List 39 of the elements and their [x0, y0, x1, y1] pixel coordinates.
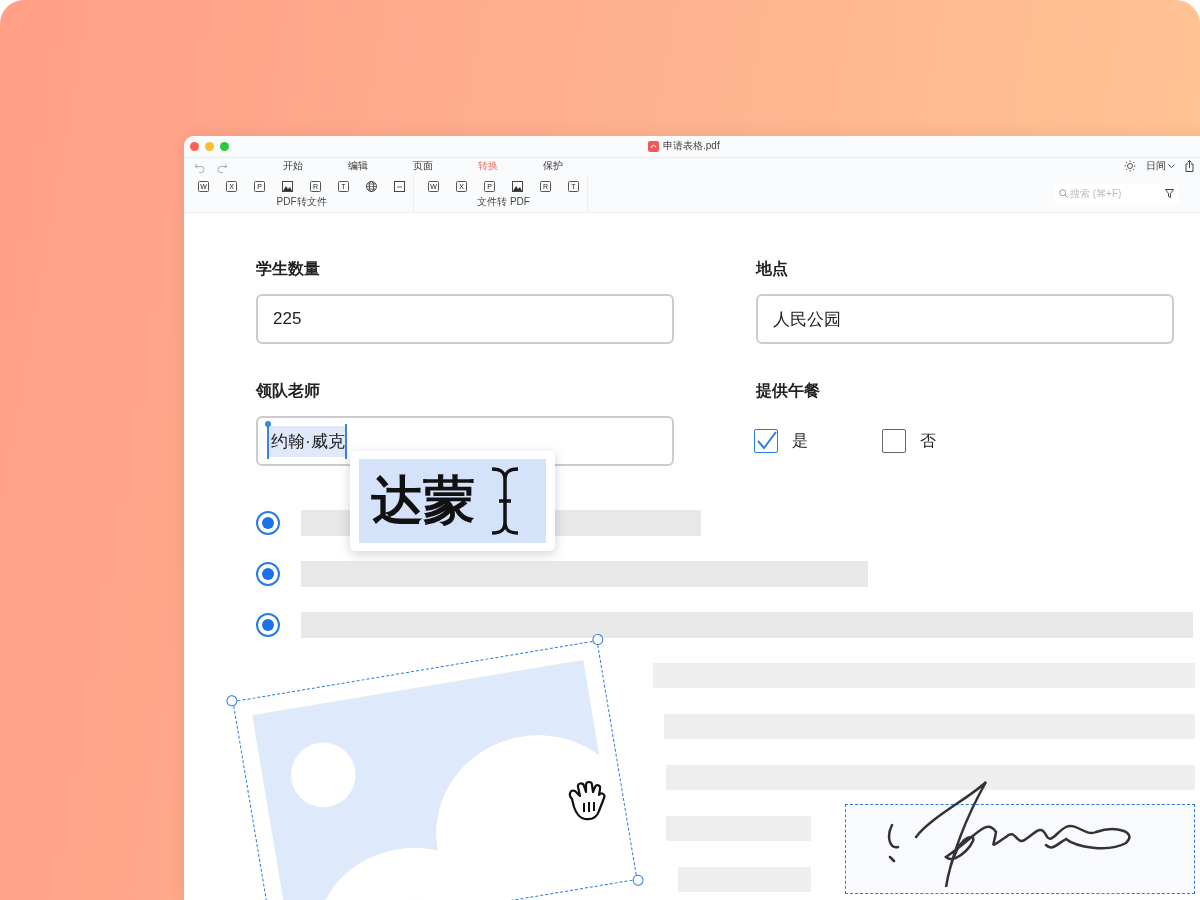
radio-button[interactable]	[256, 613, 280, 637]
field-label: 学生数量	[256, 259, 321, 279]
option-label: 是	[792, 430, 808, 451]
tab[interactable]: 开始	[260, 156, 325, 177]
tab[interactable]: 页面	[390, 156, 455, 177]
search-icon	[1059, 189, 1068, 198]
suggestion-item[interactable]: 达蒙	[359, 459, 546, 543]
image-icon[interactable]	[512, 180, 523, 192]
tab[interactable]: 保护	[520, 156, 585, 177]
field-label: 地点	[756, 259, 789, 279]
close-button[interactable]	[190, 142, 199, 151]
text-field[interactable]: 225	[256, 294, 674, 344]
group-label: 文件转 PDF	[477, 195, 530, 209]
globe-icon[interactable]	[366, 180, 377, 192]
sun-icon[interactable]	[1124, 160, 1136, 172]
text-field[interactable]: 人民公园	[756, 294, 1174, 344]
checkbox[interactable]	[882, 429, 906, 453]
field-label: 提供午餐	[756, 381, 821, 401]
pdf-file-icon	[648, 140, 659, 152]
text-cursor-icon	[489, 466, 521, 536]
signature-field[interactable]	[845, 804, 1195, 894]
option-label: 否	[920, 430, 936, 451]
radio-button[interactable]	[256, 511, 280, 535]
file-format-icon[interactable]	[394, 180, 405, 192]
theme-dropdown[interactable]: 日间	[1146, 159, 1175, 173]
field-value: 人民公园	[773, 308, 841, 331]
search-field[interactable]: 搜索 (⌘+F)	[1054, 183, 1179, 204]
radio-button[interactable]	[256, 562, 280, 586]
caret-icon	[1168, 163, 1175, 169]
field-value: 225	[273, 309, 302, 329]
field-label: 领队老师	[256, 381, 321, 401]
checkbox[interactable]	[754, 429, 778, 453]
resize-handle[interactable]	[225, 694, 239, 708]
group-label: PDF转文件	[276, 195, 327, 209]
filter-icon[interactable]	[1165, 189, 1174, 198]
tab[interactable]: 编辑	[325, 156, 390, 177]
share-icon[interactable]	[1185, 160, 1194, 172]
window-title: 申请表格.pdf	[663, 139, 720, 153]
image-icon[interactable]	[282, 180, 293, 192]
